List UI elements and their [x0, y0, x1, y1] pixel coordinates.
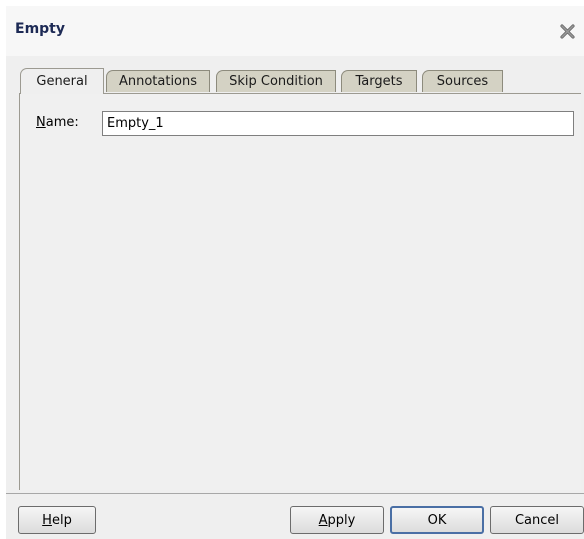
help-mnemonic: H: [42, 512, 52, 528]
title-bar: Empty: [6, 6, 584, 56]
tab-annotations[interactable]: Annotations: [106, 70, 210, 92]
tab-general-label: General: [36, 74, 88, 89]
tab-strip: General Annotations Skip Condition Targe…: [20, 68, 580, 94]
tab-sources-label: Sources: [436, 74, 489, 89]
name-label-mnemonic: N: [36, 115, 46, 130]
tab-skip-condition-label: Skip Condition: [229, 74, 323, 89]
apply-button[interactable]: Apply: [290, 506, 384, 534]
tab-annotations-label: Annotations: [118, 74, 198, 89]
tab-targets[interactable]: Targets: [341, 70, 417, 92]
name-input[interactable]: [102, 111, 574, 136]
help-label: elp: [51, 512, 72, 528]
name-label-text: ame:: [45, 115, 79, 130]
ok-label: OK: [427, 512, 447, 528]
tab-targets-label: Targets: [355, 74, 403, 89]
dialog-title: Empty: [15, 21, 65, 37]
general-tab-panel: Name:: [19, 93, 581, 490]
apply-label: pply: [327, 512, 356, 528]
cancel-button[interactable]: Cancel: [490, 506, 584, 534]
apply-mnemonic: A: [318, 512, 328, 528]
tab-skip-condition[interactable]: Skip Condition: [216, 70, 336, 92]
cancel-label: Cancel: [514, 512, 560, 528]
close-icon[interactable]: [559, 23, 576, 40]
footer-divider: [6, 493, 584, 494]
tab-general[interactable]: General: [20, 68, 104, 94]
ok-button[interactable]: OK: [390, 506, 484, 534]
name-label: Name:: [36, 115, 79, 130]
help-button[interactable]: Help: [18, 506, 96, 534]
dialog: Empty General Annotations Skip Condition…: [6, 6, 584, 539]
tab-sources[interactable]: Sources: [422, 70, 503, 92]
